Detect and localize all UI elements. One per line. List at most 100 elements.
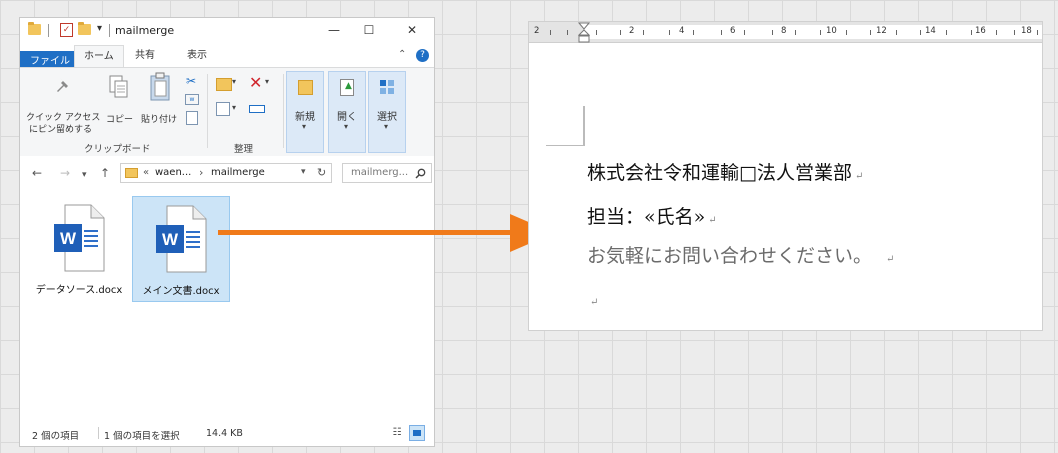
item-count: 2 個の項目 — [32, 431, 80, 442]
ruler-tick — [744, 30, 745, 35]
ruler-tick — [669, 30, 670, 35]
ruler-number: 12 — [876, 26, 887, 36]
select-label: 選択 — [377, 112, 397, 123]
ruler-tick — [971, 30, 972, 35]
open-label: 開く — [337, 112, 357, 123]
file-name: メイン文書.docx — [142, 286, 220, 297]
up-arrow-icon[interactable]: ↑ — [100, 166, 110, 180]
ruler-number: 14 — [925, 26, 936, 36]
search-input[interactable]: mailmerg... — [342, 163, 432, 183]
breadcrumb-item-waen[interactable]: waen... — [155, 167, 191, 178]
close-button[interactable]: ✕ — [399, 21, 425, 39]
address-dropdown-icon[interactable]: ▾ — [301, 167, 306, 177]
copy-path-icon[interactable]: w — [185, 94, 199, 105]
cut-icon[interactable]: ✂ — [186, 74, 196, 88]
paragraph-mark-icon: ↵ — [854, 171, 864, 182]
ruler-number: 8 — [781, 26, 787, 36]
ruler-number: 2 — [629, 26, 635, 36]
copy-to-icon[interactable] — [216, 102, 230, 116]
ruler-tick — [896, 30, 897, 35]
new-button[interactable]: 新規 ▾ — [286, 71, 324, 153]
file-name: データソース.docx — [35, 285, 123, 296]
recent-dropdown-icon[interactable]: ▾ — [82, 168, 87, 182]
document-line[interactable]: 株式会社令和運輸□法人営業部 ↵ — [587, 158, 863, 185]
large-icons-view-icon[interactable] — [409, 425, 425, 441]
rename-icon[interactable] — [249, 105, 265, 113]
ruler-tick — [721, 30, 722, 35]
selected-count: 1 個の項目を選択 — [104, 431, 180, 442]
clipboard-group-label: クリップボード — [84, 144, 151, 155]
ruler-number: 10 — [826, 26, 837, 36]
address-input[interactable]: « waen... › mailmerge ▾ ↻ — [120, 163, 332, 183]
indent-marker-icon[interactable] — [578, 22, 590, 48]
select-button[interactable]: 選択 ▾ — [368, 71, 406, 153]
ruler-number: 16 — [975, 26, 986, 36]
ruler-tick — [920, 30, 921, 35]
window-title: mailmerge — [115, 24, 175, 37]
paragraph-mark-icon: ↵ — [886, 254, 895, 265]
new-folder-icon — [298, 80, 313, 95]
horizontal-ruler[interactable]: 2 2 4 6 8 10 12 14 16 18 — [529, 22, 1042, 43]
forward-arrow-icon[interactable]: → — [60, 166, 70, 180]
refresh-icon[interactable]: ↻ — [317, 166, 326, 179]
ruler-tick — [846, 30, 847, 35]
help-icon[interactable]: ? — [416, 49, 429, 62]
delete-icon[interactable]: ✕ — [249, 73, 262, 92]
ruler-tick — [693, 30, 694, 35]
file-item-datasource[interactable]: W データソース.docx — [31, 196, 129, 302]
quick-access-dropdown-icon[interactable]: ▾ — [97, 23, 102, 34]
folder-icon — [28, 22, 41, 35]
breadcrumb-item-mailmerge[interactable]: mailmerge — [211, 167, 265, 178]
margin-corner-mark — [583, 106, 585, 146]
tab-view[interactable]: 表示 — [178, 45, 216, 67]
document-line[interactable]: お気軽にお問い合わせください。 ↵ — [587, 241, 894, 268]
search-icon[interactable] — [415, 168, 426, 179]
chevron-down-icon: ▾ — [344, 122, 349, 131]
word-document-view: 2 2 4 6 8 10 12 14 16 18 株式会社令和運輸□法人営業部 … — [529, 22, 1042, 330]
move-to-dropdown-icon[interactable]: ▾ — [232, 77, 236, 86]
ruler-tick — [1014, 30, 1015, 35]
ruler-number: 2 — [534, 26, 540, 36]
margin-corner-mark — [546, 145, 585, 146]
move-to-icon[interactable] — [216, 78, 232, 91]
word-document-icon: W — [156, 205, 207, 273]
open-arrow-icon: ▲ — [345, 81, 352, 91]
details-view-icon[interactable]: ☷ — [390, 426, 404, 440]
svg-text:W: W — [162, 230, 179, 249]
document-line[interactable]: ↵ — [587, 288, 598, 310]
tab-home[interactable]: ホーム — [74, 45, 124, 67]
tab-share[interactable]: 共有 — [126, 45, 164, 67]
arrow-icon — [218, 214, 554, 252]
properties-icon[interactable]: ✓ — [60, 23, 73, 37]
breadcrumb-overflow[interactable]: « — [143, 167, 149, 178]
paste-icon[interactable] — [148, 72, 172, 102]
delete-dropdown-icon[interactable]: ▾ — [265, 77, 269, 86]
ruler-tick — [643, 30, 644, 35]
ruler-tick — [596, 30, 597, 35]
collapse-ribbon-icon[interactable]: ⌃ — [398, 49, 406, 60]
copy-label: コピー — [106, 115, 134, 125]
organize-group-label: 整理 — [234, 144, 254, 155]
paragraph-mark-icon: ↵ — [708, 215, 717, 226]
company-name-text: 株式会社令和運輸□法人営業部 — [587, 162, 852, 184]
status-bar: 2 個の項目 1 個の項目を選択 14.4 KB ☷ — [20, 422, 434, 446]
folder-icon — [125, 168, 138, 178]
back-arrow-icon[interactable]: ← — [32, 166, 42, 180]
pin-icon[interactable] — [54, 76, 74, 98]
copy-to-dropdown-icon[interactable]: ▾ — [232, 103, 236, 112]
address-bar-row: ← → ▾ ↑ « waen... › mailmerge ▾ ↻ mailme… — [20, 156, 434, 190]
file-item-main-document[interactable]: W メイン文書.docx — [132, 196, 230, 302]
new-folder-icon[interactable] — [78, 22, 91, 35]
ruler-tick — [795, 30, 796, 35]
open-button[interactable]: ▲ 開く ▾ — [328, 71, 366, 153]
closing-text: お気軽にお問い合わせください。 — [587, 245, 873, 267]
ruler-number: 18 — [1021, 26, 1032, 36]
document-line[interactable]: 担当：«氏名» ↵ — [587, 202, 717, 229]
copy-icon[interactable] — [108, 74, 130, 100]
chevron-down-icon: ▾ — [384, 122, 389, 131]
paste-shortcut-icon[interactable] — [186, 111, 198, 125]
minimize-button[interactable]: — — [321, 21, 347, 39]
maximize-button[interactable]: ☐ — [356, 21, 382, 39]
status-separator — [98, 427, 99, 439]
ruler-tick — [996, 30, 997, 35]
